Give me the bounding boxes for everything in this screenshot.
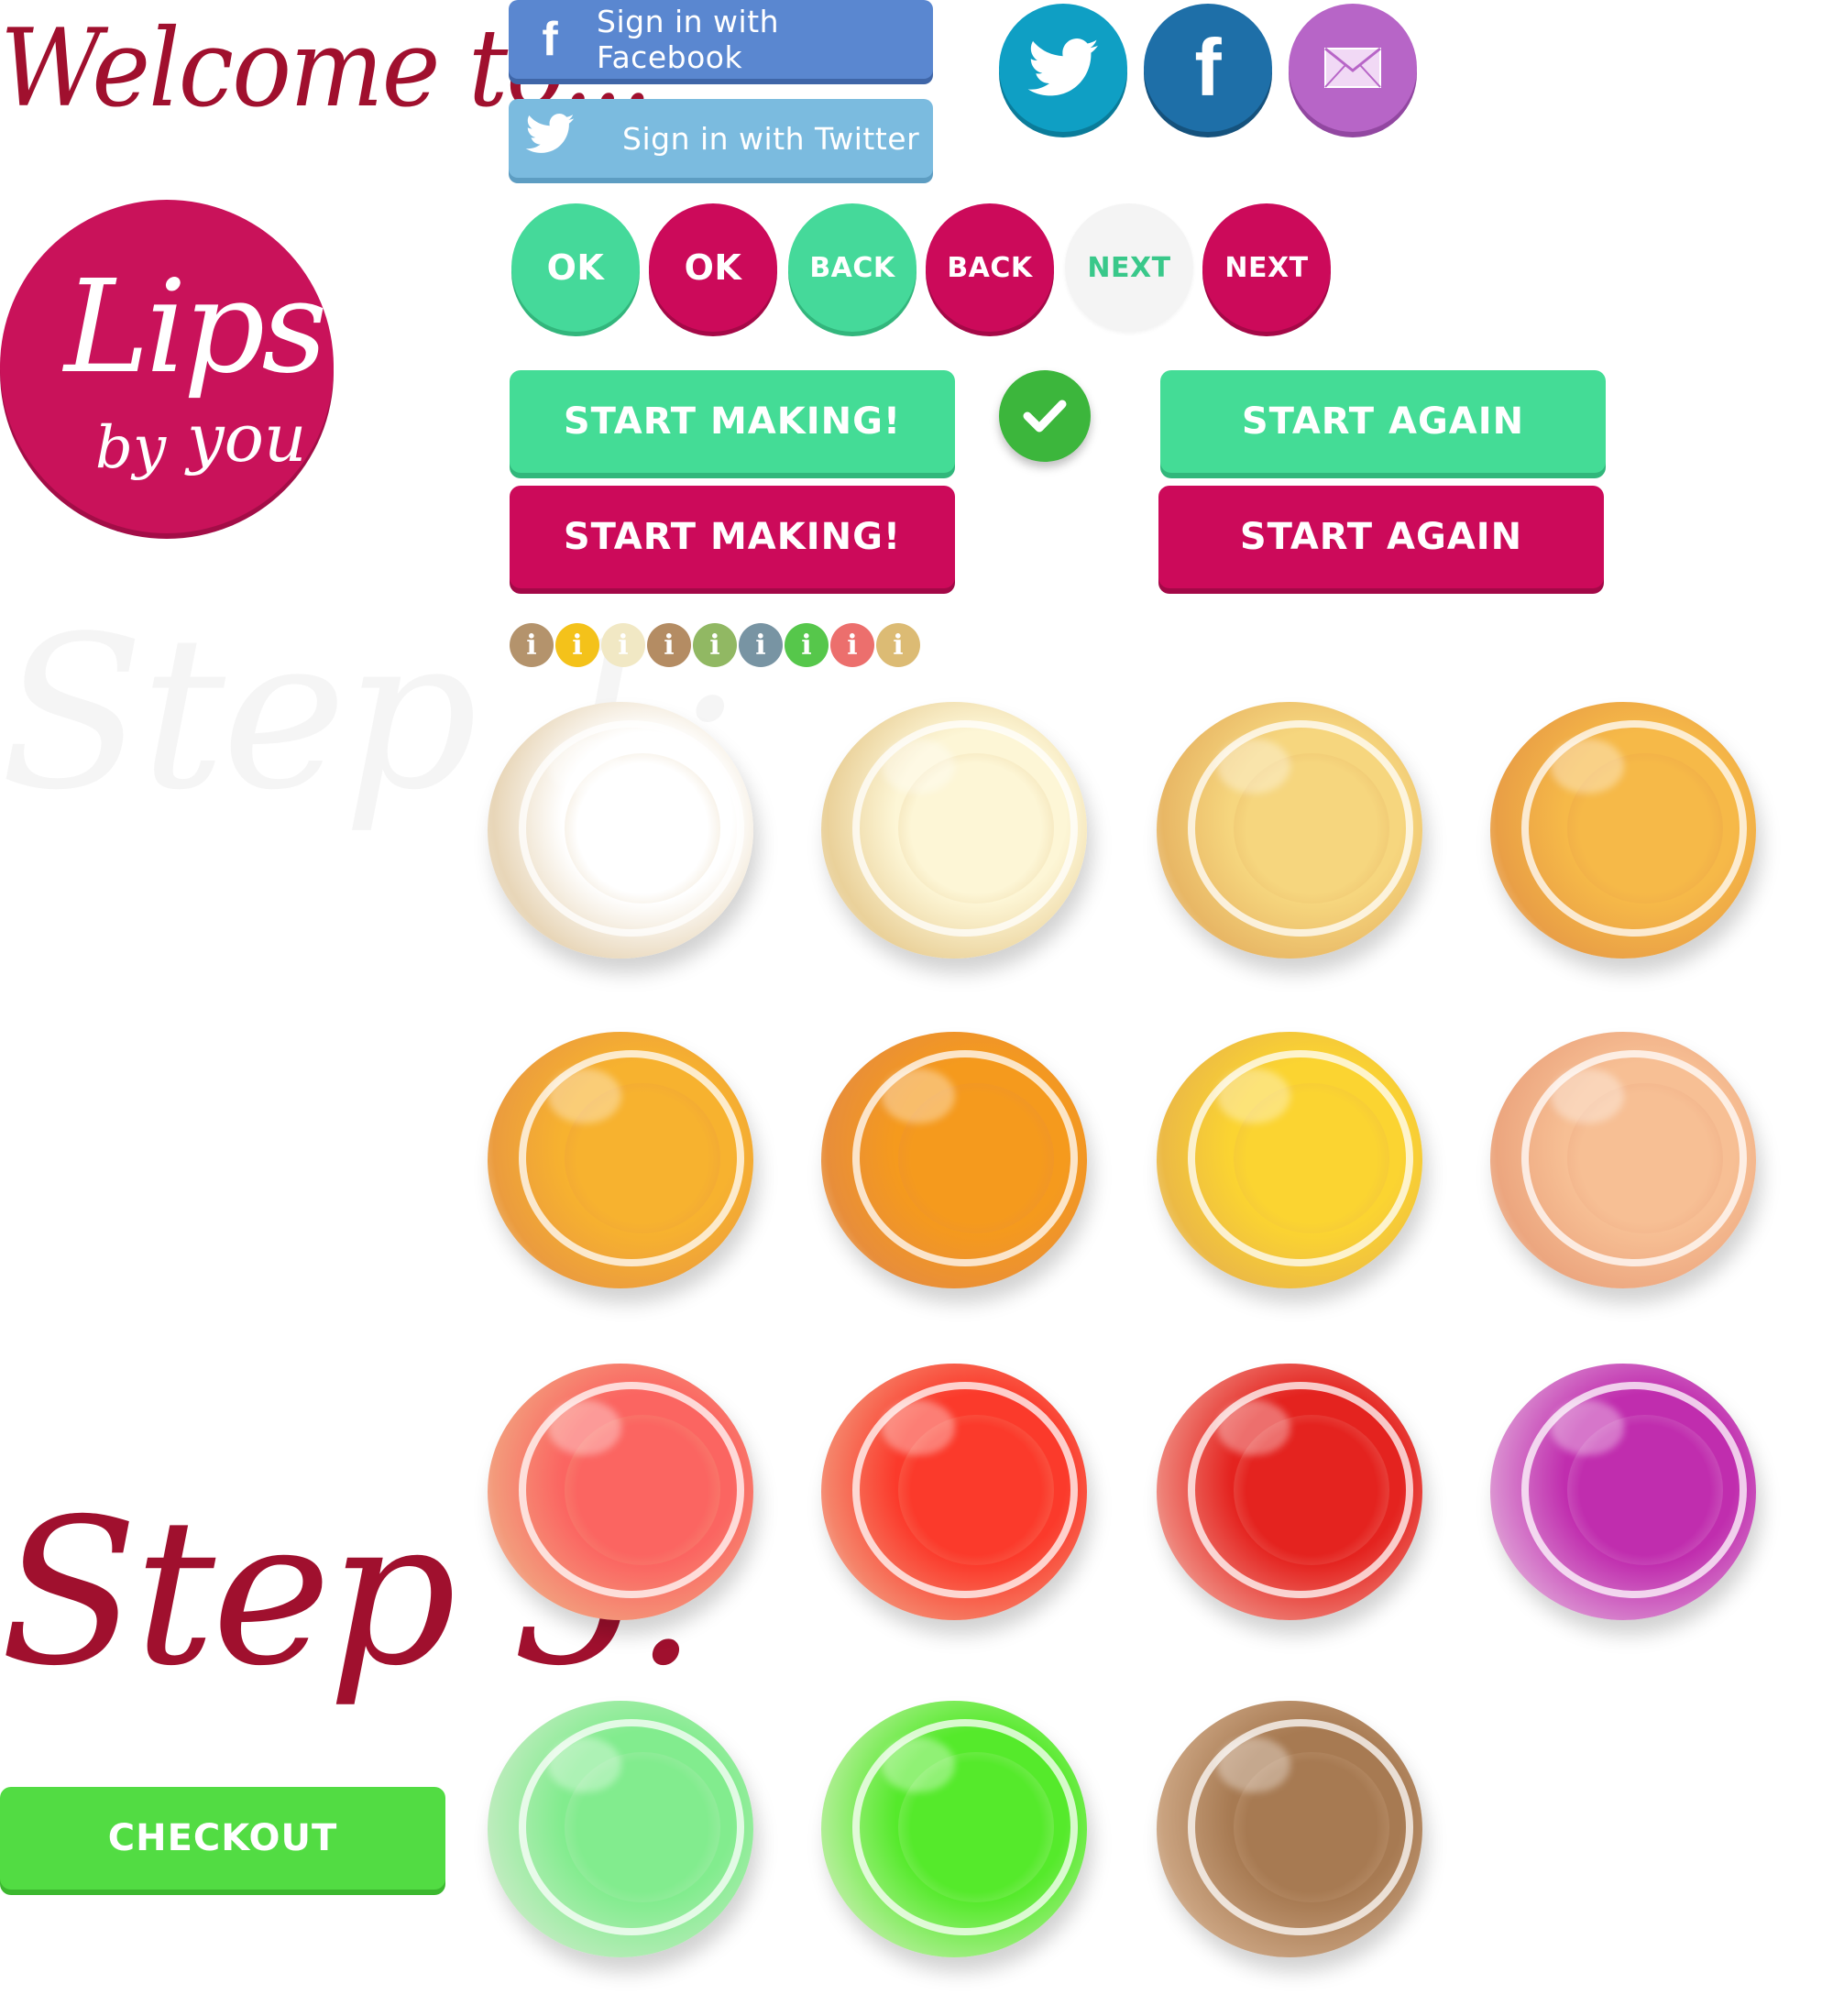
lips-by-you-logo: Lips by you (0, 200, 334, 533)
start-again-button-pink[interactable]: START AGAIN (1158, 486, 1604, 588)
info-icon[interactable]: i (876, 623, 920, 667)
email-share-button[interactable] (1289, 4, 1417, 132)
envelope-icon (1324, 47, 1381, 88)
pot-highlight (882, 739, 955, 794)
info-dots-row: iiiiiiiii (510, 623, 922, 667)
color-pot-purple[interactable] (1490, 1364, 1756, 1620)
back-button-green[interactable]: BACK (788, 203, 916, 332)
info-icon[interactable]: i (739, 623, 783, 667)
pot-highlight (1217, 739, 1290, 794)
info-icon[interactable]: i (510, 623, 554, 667)
color-pot-orange-yellow[interactable] (488, 1032, 753, 1288)
pot-highlight (548, 1737, 621, 1792)
checkout-button[interactable]: CHECKOUT (0, 1787, 445, 1890)
pot-highlight (882, 1400, 955, 1455)
pot-highlight (548, 1400, 621, 1455)
info-icon[interactable]: i (555, 623, 599, 667)
next-button-pink[interactable]: NEXT (1202, 203, 1331, 332)
color-pot-red[interactable] (1157, 1364, 1422, 1620)
twitter-signin-button[interactable]: Sign in with Twitter (509, 99, 933, 178)
logo-text-you: you (187, 400, 307, 477)
start-making-button-green[interactable]: START MAKING! (510, 370, 955, 473)
color-pot-green[interactable] (821, 1701, 1087, 1957)
pot-highlight (548, 739, 621, 794)
pot-highlight (1217, 1400, 1290, 1455)
color-pot-white[interactable] (488, 702, 753, 959)
start-again-button-green[interactable]: START AGAIN (1160, 370, 1606, 473)
color-pot-pale-yellow[interactable] (1157, 702, 1422, 959)
ok-button-green[interactable]: OK (511, 203, 640, 332)
twitter-bird-icon (509, 111, 591, 166)
ok-button-pink[interactable]: OK (649, 203, 777, 332)
pot-highlight (882, 1737, 955, 1792)
twitter-signin-label: Sign in with Twitter (622, 120, 920, 157)
pot-highlight (1217, 1068, 1290, 1123)
color-pot-brown[interactable] (1157, 1701, 1422, 1957)
info-icon[interactable]: i (693, 623, 737, 667)
pot-highlight (1551, 1400, 1624, 1455)
logo-text-by: by (95, 414, 167, 482)
facebook-signin-label: Sign in with Facebook (597, 4, 780, 75)
facebook-share-button[interactable]: f (1144, 4, 1272, 132)
color-pot-cream[interactable] (821, 702, 1087, 959)
info-icon[interactable]: i (785, 623, 829, 667)
pot-highlight (1551, 1068, 1624, 1123)
color-pot-red-orange[interactable] (821, 1364, 1087, 1620)
twitter-bird-icon (1027, 38, 1099, 96)
facebook-signin-button[interactable]: f Sign in with Facebook (509, 0, 933, 79)
pot-highlight (882, 1068, 955, 1123)
facebook-f-icon: f (542, 13, 558, 66)
next-button-white[interactable]: NEXT (1065, 203, 1193, 332)
pot-highlight (1217, 1737, 1290, 1792)
info-icon[interactable]: i (830, 623, 874, 667)
start-making-button-pink[interactable]: START MAKING! (510, 486, 955, 588)
checkmark-icon (999, 370, 1091, 462)
facebook-f-icon: f (1194, 22, 1222, 113)
back-button-pink[interactable]: BACK (926, 203, 1054, 332)
color-pot-peach[interactable] (1490, 1032, 1756, 1288)
color-pot-light-green[interactable] (488, 1701, 753, 1957)
twitter-share-button[interactable] (999, 4, 1127, 132)
color-pot-orange[interactable] (821, 1032, 1087, 1288)
color-pot-amber[interactable] (1490, 702, 1756, 959)
logo-text-lips: Lips (64, 253, 327, 402)
color-pot-coral[interactable] (488, 1364, 753, 1620)
pot-highlight (1551, 739, 1624, 794)
info-icon[interactable]: i (601, 623, 645, 667)
pot-highlight (548, 1068, 621, 1123)
color-pot-yellow[interactable] (1157, 1032, 1422, 1288)
info-icon[interactable]: i (647, 623, 691, 667)
